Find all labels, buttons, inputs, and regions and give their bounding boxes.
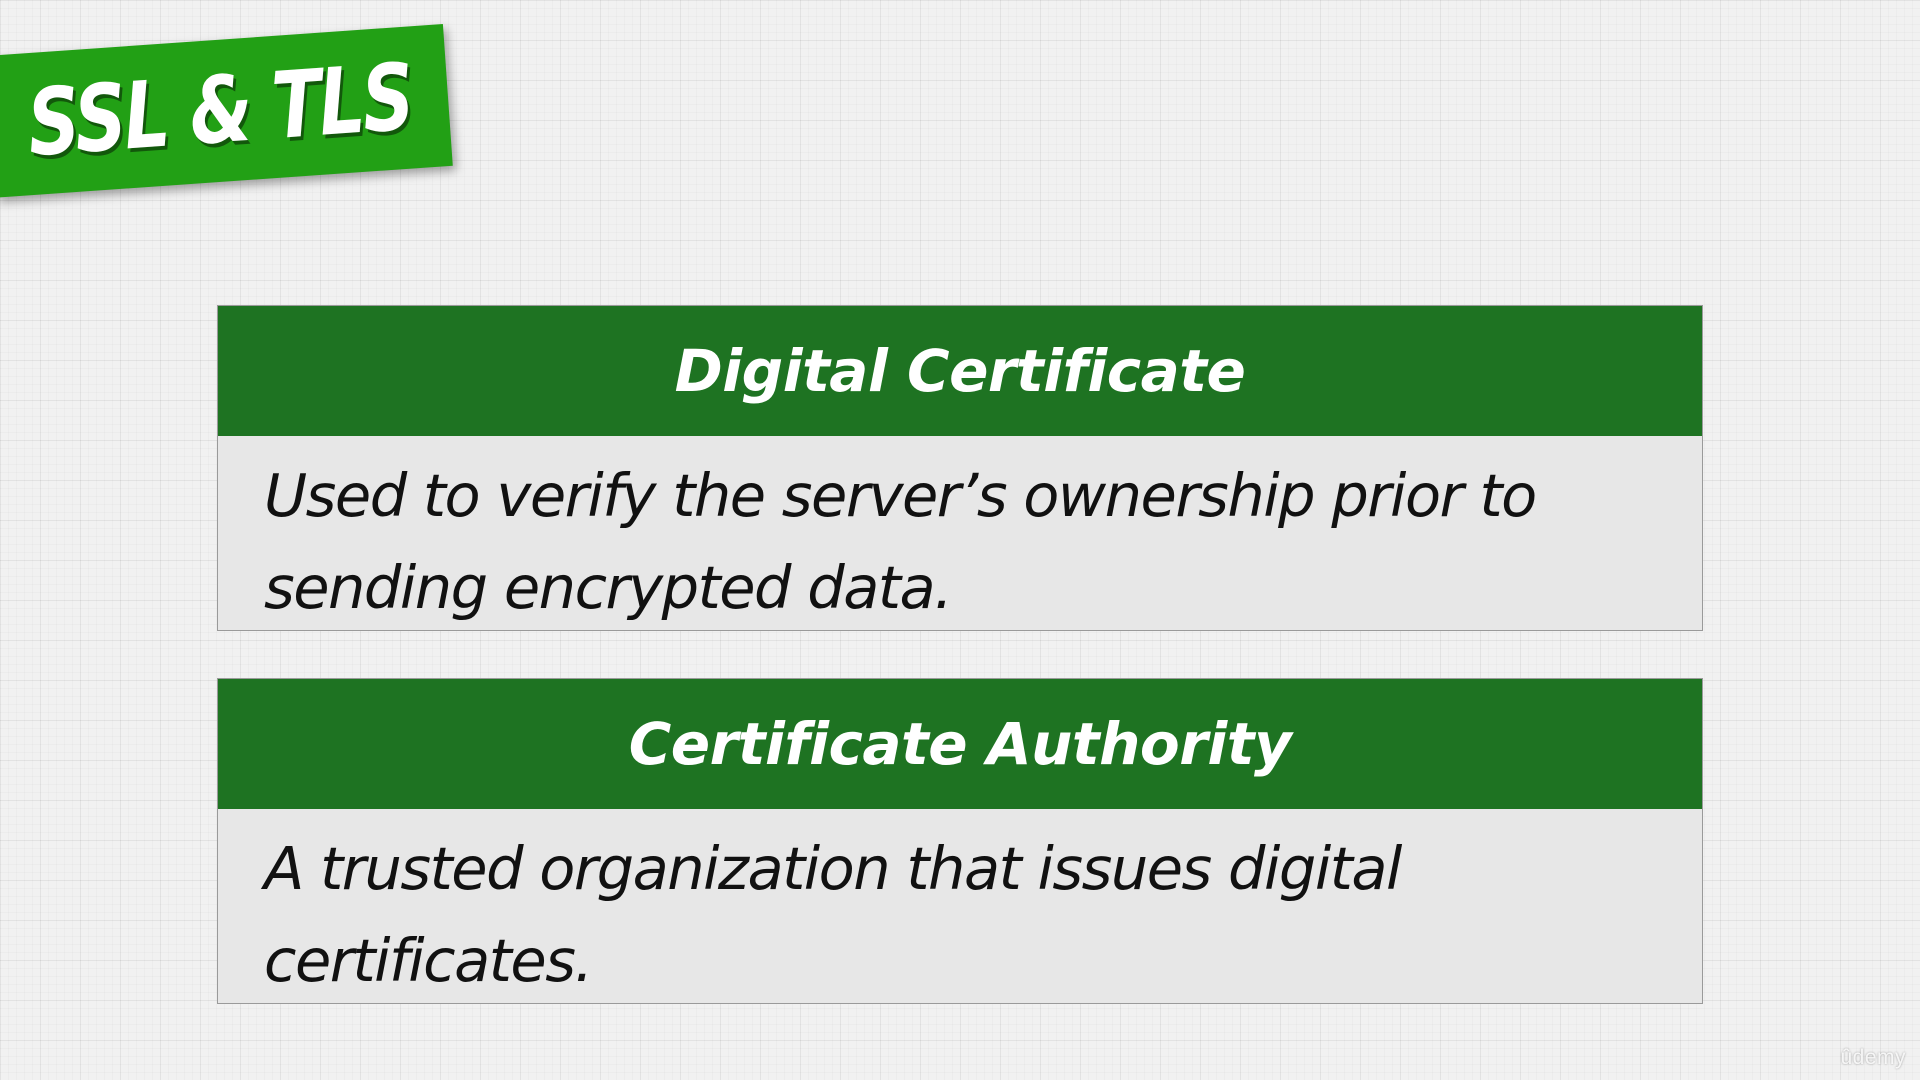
card-heading: Certificate Authority <box>628 710 1292 778</box>
card-body: A trusted organization that issues digit… <box>218 809 1702 1007</box>
card-header: Certificate Authority <box>218 679 1702 809</box>
card-body: Used to verify the server’s ownership pr… <box>218 436 1702 634</box>
title-banner: SSL & TLS <box>0 24 453 198</box>
card-definition-text: A trusted organization that issues digit… <box>264 834 1402 995</box>
udemy-watermark: ûdemy <box>1840 1046 1906 1069</box>
slide-title: SSL & TLS <box>23 43 415 178</box>
card-heading: Digital Certificate <box>674 337 1246 405</box>
card-definition-text: Used to verify the server’s ownership pr… <box>264 461 1537 622</box>
definition-card-certificate-authority: Certificate Authority A trusted organiza… <box>217 678 1703 1004</box>
definition-card-digital-certificate: Digital Certificate Used to verify the s… <box>217 305 1703 631</box>
card-header: Digital Certificate <box>218 306 1702 436</box>
